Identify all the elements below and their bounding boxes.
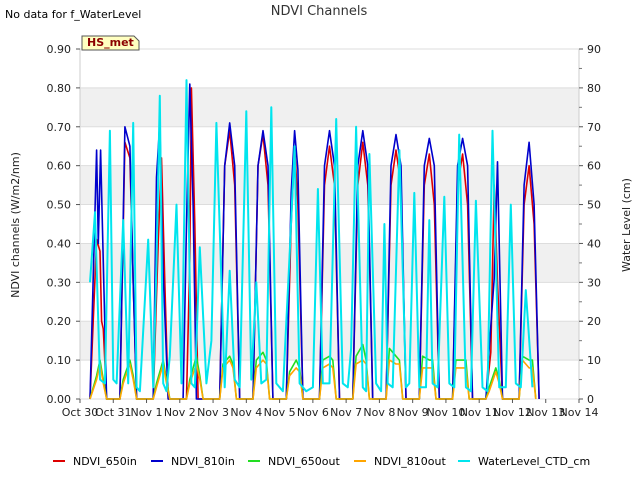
x-tick-label: Nov 3 [197, 406, 229, 419]
right-y-tick-label: 80 [587, 82, 601, 95]
chart-title: NDVI Channels [271, 4, 368, 19]
x-tick-label: Nov 2 [164, 406, 196, 419]
right-y-axis-label: Water Level (cm) [620, 178, 633, 272]
station-badge: HS_met [81, 35, 140, 51]
right-y-tick-label: 50 [587, 199, 601, 212]
background-band [80, 87, 579, 127]
left-y-tick-label: 0.50 [47, 199, 72, 212]
left-y-tick-label: 0.30 [47, 276, 72, 289]
x-tick-label: Nov 7 [330, 406, 362, 419]
x-axis: Oct 30Oct 31 Nov 1 Nov 2 Nov 3 Nov 4 Nov 5 Nov… [62, 399, 599, 419]
legend-label-NDVI_810out: NDVI_810out [374, 455, 446, 468]
right-y-tick-label: 90 [587, 43, 601, 56]
right-y-tick-label: 70 [587, 121, 601, 134]
left-y-tick-label: 0.70 [47, 121, 72, 134]
right-y-tick-label: 10 [587, 354, 601, 367]
left-y-tick-label: 0.20 [47, 315, 72, 328]
left-y-axis-label: NDVI channels (W/m2/nm) [9, 152, 22, 298]
right-y-tick-label: 0 [587, 393, 594, 406]
right-y-tick-label: 40 [587, 237, 601, 250]
legend: NDVI_650in NDVI_810in NDVI_650out NDVI_810o… [53, 455, 590, 468]
left-y-tick-label: 0.80 [47, 82, 72, 95]
left-y-axis: 0.00 0.10 0.20 0.30 0.40 0.50 0.60 0.70 0.80 0.90 [47, 43, 80, 406]
right-y-tick-label: 20 [587, 315, 601, 328]
left-y-tick-label: 0.90 [47, 43, 72, 56]
ndvi-chart: 0.00 0.10 0.20 0.30 0.40 0.50 0.60 0.70 0.80 0.90… [9, 4, 633, 468]
right-y-tick-label: 30 [587, 276, 601, 289]
x-tick-label: Nov 4 [230, 406, 262, 419]
background-band [80, 165, 579, 205]
x-tick-label: Nov 9 [397, 406, 429, 419]
station-badge-label: HS_met [87, 36, 134, 49]
left-y-tick-label: 0.40 [47, 237, 72, 250]
left-y-tick-label: 0.60 [47, 160, 72, 173]
x-tick-label: Oct 30 [62, 406, 99, 419]
x-tick-label: Nov 6 [297, 406, 329, 419]
left-y-tick-label: 0.00 [47, 393, 72, 406]
legend-label-NDVI_650out: NDVI_650out [268, 455, 340, 468]
x-tick-label: Nov 1 [131, 406, 163, 419]
background-band [80, 49, 579, 88]
legend-label-NDVI_810in: NDVI_810in [171, 455, 235, 468]
x-tick-label: Nov 14 [560, 406, 599, 419]
right-y-axis: 0 10 20 30 40 50 60 70 80 90 [579, 43, 601, 406]
left-y-tick-label: 0.10 [47, 354, 72, 367]
x-tick-label: Nov 8 [363, 406, 395, 419]
right-y-tick-label: 60 [587, 160, 601, 173]
legend-label-WaterLevel_CTD_cm: WaterLevel_CTD_cm [478, 455, 590, 468]
x-tick-label: Nov 5 [264, 406, 296, 419]
x-tick-label: Oct 31 [95, 406, 132, 419]
legend-label-NDVI_650in: NDVI_650in [73, 455, 137, 468]
